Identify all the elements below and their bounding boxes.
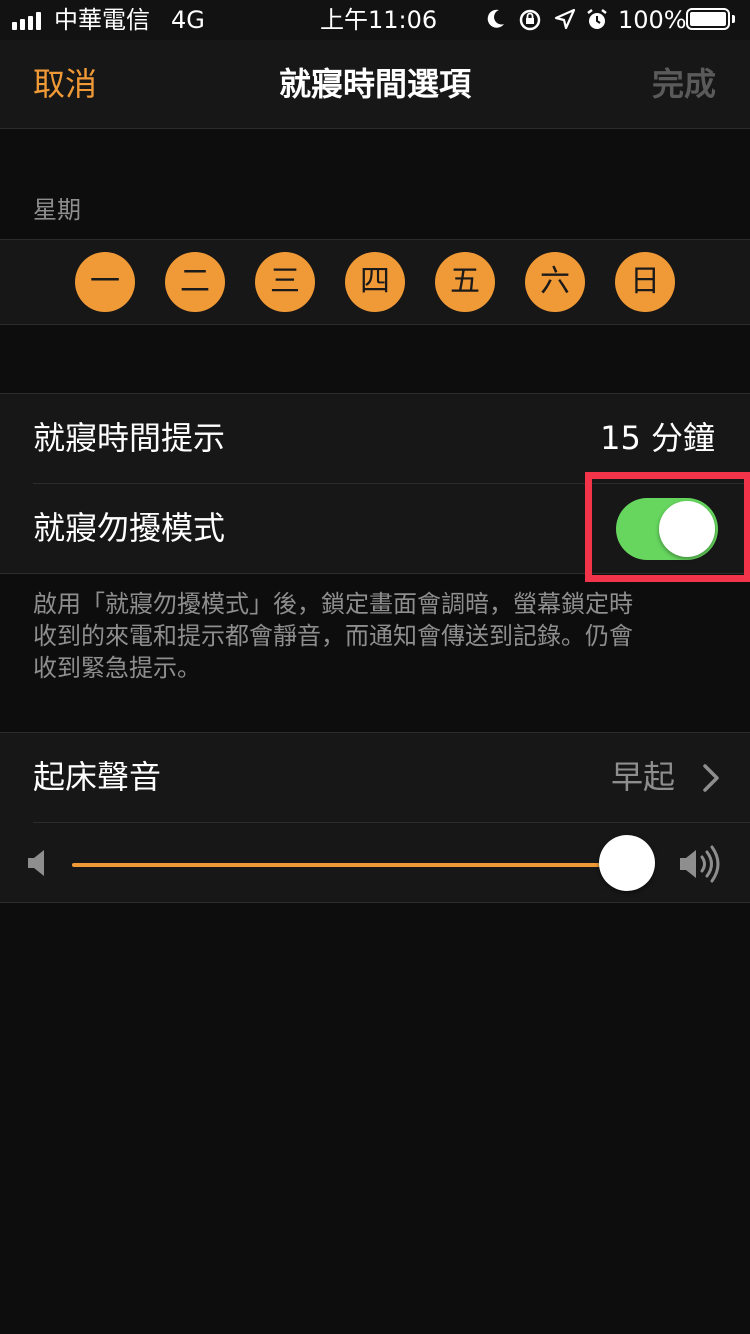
wake-sound-value: 早起 bbox=[610, 758, 675, 796]
bedtime-reminder-label: 就寢時間提示 bbox=[33, 419, 226, 457]
orientation-lock-icon bbox=[519, 9, 541, 31]
bedtime-reminder-value: 15 分鐘 bbox=[600, 419, 715, 457]
wake-sound-row[interactable]: 起床聲音 早起 bbox=[0, 733, 750, 822]
dnd-description-line: 啟用「就寢勿擾模式」後，鎖定畫面會調暗，螢幕鎖定時 bbox=[33, 590, 633, 618]
bedtime-reminder-row[interactable]: 就寢時間提示 15 分鐘 bbox=[0, 394, 750, 483]
day-sunday-button[interactable]: 日 bbox=[615, 252, 675, 312]
day-friday-button[interactable]: 五 bbox=[435, 252, 495, 312]
status-bar: 中華電信 4G 上午11:06 100% bbox=[0, 0, 750, 40]
day-tuesday-button[interactable]: 二 bbox=[165, 252, 225, 312]
battery-icon bbox=[686, 8, 730, 30]
done-button[interactable]: 完成 bbox=[652, 62, 716, 106]
weekday-selector: 一 二 三 四 五 六 日 bbox=[0, 239, 750, 325]
chevron-right-icon bbox=[703, 764, 719, 792]
volume-high-icon bbox=[680, 845, 720, 883]
bedtime-dnd-label: 就寢勿擾模式 bbox=[33, 509, 226, 547]
alarm-icon bbox=[587, 9, 607, 29]
clock: 上午11:06 bbox=[320, 6, 438, 34]
day-saturday-button[interactable]: 六 bbox=[525, 252, 585, 312]
dnd-description-line: 收到緊急提示。 bbox=[33, 654, 201, 682]
day-monday-button[interactable]: 一 bbox=[75, 252, 135, 312]
carrier-label: 中華電信 bbox=[54, 6, 150, 34]
day-wednesday-button[interactable]: 三 bbox=[255, 252, 315, 312]
wake-sound-label: 起床聲音 bbox=[33, 758, 162, 796]
volume-low-icon bbox=[28, 850, 44, 876]
volume-slider-thumb[interactable] bbox=[599, 835, 655, 891]
navigation-bar: 取消 就寢時間選項 完成 bbox=[0, 40, 750, 129]
toggle-highlight-box bbox=[585, 472, 750, 582]
day-thursday-button[interactable]: 四 bbox=[345, 252, 405, 312]
volume-slider-track[interactable] bbox=[72, 863, 628, 867]
battery-percentage: 100% bbox=[618, 6, 687, 34]
volume-slider-row bbox=[0, 823, 750, 903]
moon-icon bbox=[487, 9, 504, 28]
signal-icon bbox=[12, 10, 41, 30]
battery-tip bbox=[732, 15, 735, 23]
dnd-description-line: 收到的來電和提示都會靜音，而通知會傳送到記錄。仍會 bbox=[33, 622, 633, 650]
weekday-section-label: 星期 bbox=[33, 196, 81, 224]
network-label: 4G bbox=[171, 6, 205, 34]
location-icon bbox=[554, 8, 576, 30]
dnd-description: 啟用「就寢勿擾模式」後，鎖定畫面會調暗，螢幕鎖定時 收到的來電和提示都會靜音，而… bbox=[33, 588, 723, 684]
wake-sound-group: 起床聲音 早起 bbox=[0, 732, 750, 903]
page-title: 就寢時間選項 bbox=[278, 65, 471, 103]
